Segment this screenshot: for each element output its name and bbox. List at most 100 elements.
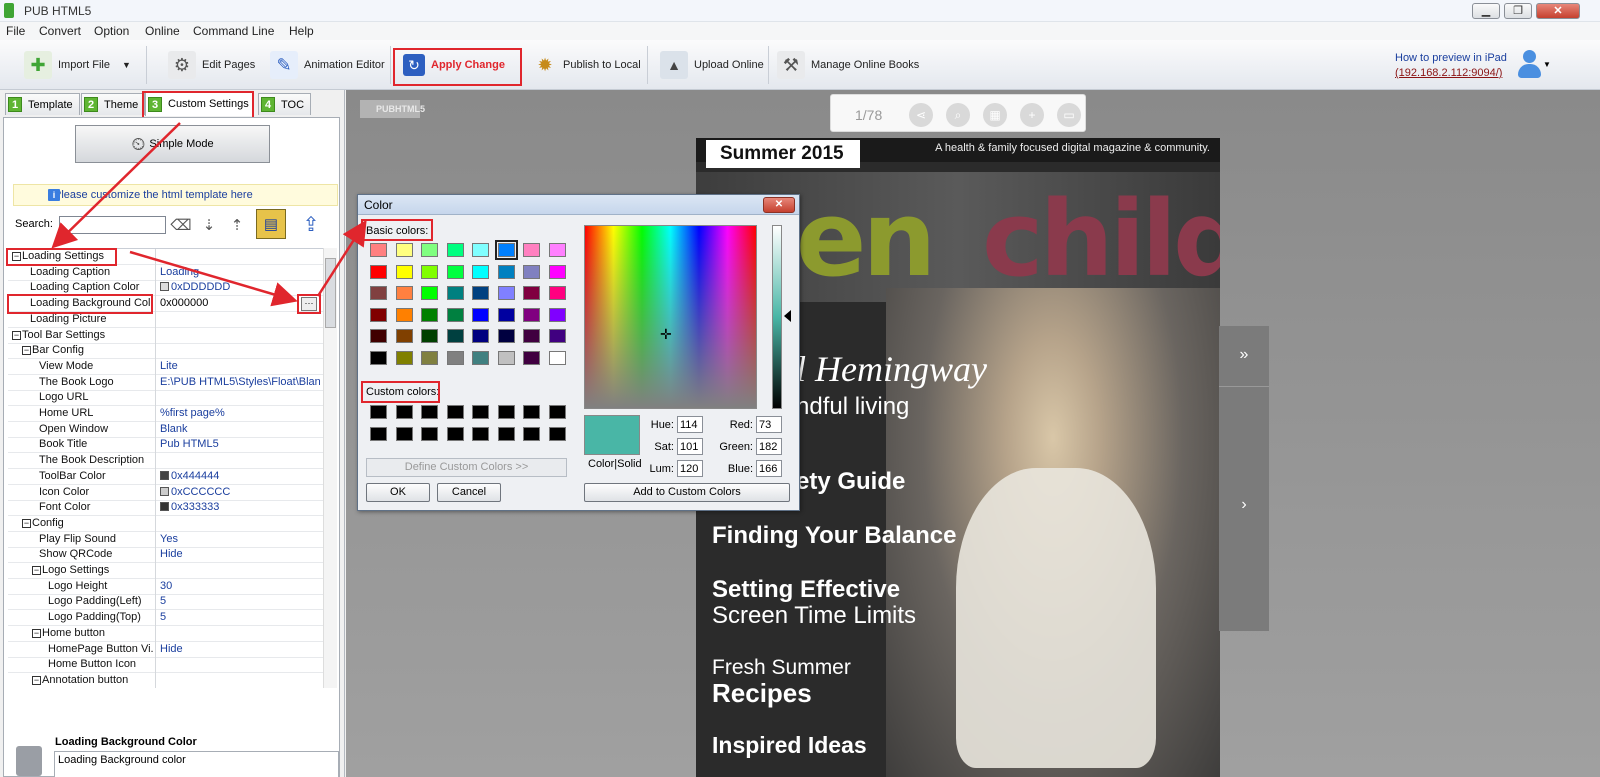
setting-row[interactable]: Font Color 0x333333 xyxy=(8,500,323,517)
custom-color-cell[interactable] xyxy=(548,427,566,441)
sort-down-icon[interactable]: ⇣ xyxy=(196,212,222,238)
basic-color-cell[interactable] xyxy=(446,264,464,279)
basic-color-cell[interactable] xyxy=(421,264,438,279)
setting-row[interactable]: − Config xyxy=(8,515,323,532)
luminance-arrow-icon[interactable] xyxy=(784,310,791,322)
setting-value[interactable]: 0x333333 xyxy=(160,501,320,513)
basic-color-cell[interactable] xyxy=(523,307,540,322)
setting-row[interactable]: View Mode Lite xyxy=(8,358,323,375)
basic-color-cell[interactable] xyxy=(421,243,438,257)
basic-color-cell[interactable] xyxy=(446,286,464,300)
basic-color-cell[interactable] xyxy=(548,307,566,322)
basic-color-cell[interactable] xyxy=(395,350,413,365)
basic-color-cell[interactable] xyxy=(370,329,387,343)
thumbnails-icon[interactable]: ▦ xyxy=(983,103,1007,127)
basic-color-cell[interactable] xyxy=(446,243,464,257)
setting-row[interactable]: HomePage Button Vi... Hide xyxy=(8,641,323,658)
basic-color-cell[interactable] xyxy=(523,350,540,365)
basic-color-cell[interactable] xyxy=(370,350,387,365)
basic-color-cell[interactable] xyxy=(472,243,489,257)
basic-color-cell[interactable] xyxy=(472,350,489,365)
custom-color-cell[interactable] xyxy=(548,405,566,419)
setting-value[interactable]: Yes xyxy=(160,533,320,545)
setting-value[interactable]: 0x444444 xyxy=(160,470,320,482)
setting-row[interactable]: Open Window Blank xyxy=(8,421,323,438)
red-field[interactable] xyxy=(756,416,782,433)
blue-field[interactable] xyxy=(756,460,782,477)
custom-color-cell[interactable] xyxy=(446,427,464,441)
setting-value[interactable]: Pub HTML5 xyxy=(160,438,320,450)
basic-color-cell[interactable] xyxy=(472,286,489,300)
custom-color-cell[interactable] xyxy=(421,427,438,441)
color-spectrum[interactable]: ✛ xyxy=(584,225,757,409)
search-icon[interactable]: ⌕ xyxy=(946,103,970,127)
basic-color-cell[interactable] xyxy=(421,307,438,322)
basic-color-cell[interactable] xyxy=(472,329,489,343)
preview-link-address[interactable]: (192.168.2.112:9094/) xyxy=(1395,66,1536,81)
close-button[interactable]: ✕ xyxy=(1536,3,1580,19)
basic-color-cell[interactable] xyxy=(446,307,464,322)
menu-online[interactable]: Online xyxy=(145,24,180,38)
setting-value[interactable]: Lite xyxy=(160,360,320,372)
basic-color-cell[interactable] xyxy=(548,243,566,257)
menu-help[interactable]: Help xyxy=(289,24,314,38)
collapse-icon[interactable]: − xyxy=(32,566,41,575)
basic-color-cell[interactable] xyxy=(548,286,566,300)
basic-color-cell[interactable] xyxy=(497,286,515,300)
simple-mode-button[interactable]: ⏲ Simple Mode xyxy=(75,125,270,163)
basic-color-cell[interactable] xyxy=(446,329,464,343)
custom-color-cell[interactable] xyxy=(446,405,464,419)
setting-value[interactable]: E:\PUB HTML5\Styles\Float\Blan... xyxy=(160,376,320,388)
setting-row[interactable]: − Annotation button xyxy=(8,672,323,688)
setting-row[interactable]: Logo Padding(Top) 5 xyxy=(8,610,323,627)
zoom-in-icon[interactable]: + xyxy=(1020,103,1044,127)
collapse-icon[interactable]: − xyxy=(32,628,41,638)
setting-row[interactable]: Icon Color 0xCCCCCC xyxy=(8,484,323,501)
setting-value[interactable]: Hide xyxy=(160,643,320,655)
preview-link-text[interactable]: How to preview in iPad xyxy=(1395,51,1536,66)
tab-theme[interactable]: 2 Theme xyxy=(81,93,146,115)
basic-color-cell[interactable] xyxy=(548,264,566,279)
setting-row[interactable]: Logo Height 30 xyxy=(8,578,323,595)
basic-color-cell[interactable] xyxy=(472,307,489,322)
setting-value[interactable]: 30 xyxy=(160,580,320,592)
manage-books-button[interactable]: ⚒ Manage Online Books xyxy=(777,46,919,84)
custom-color-cell[interactable] xyxy=(472,405,489,419)
collapse-icon[interactable]: − xyxy=(32,675,41,685)
basic-color-cell[interactable] xyxy=(446,350,464,365)
custom-color-cell[interactable] xyxy=(497,427,515,441)
custom-color-cell[interactable] xyxy=(523,427,540,441)
setting-value[interactable]: Blank xyxy=(160,423,320,435)
chevron-down-icon[interactable]: ▼ xyxy=(122,60,131,70)
collapse-icon[interactable]: − xyxy=(12,330,21,340)
basic-color-cell[interactable] xyxy=(421,350,438,365)
cancel-button[interactable]: Cancel xyxy=(437,483,501,502)
basic-color-cell[interactable] xyxy=(523,264,540,279)
setting-value[interactable]: Hide xyxy=(160,548,320,560)
setting-row[interactable]: The Book Logo E:\PUB HTML5\Styles\Float\B… xyxy=(8,374,323,391)
minimize-button[interactable]: ▁ xyxy=(1472,3,1500,19)
basic-color-cell[interactable] xyxy=(395,264,413,279)
clear-search-icon[interactable]: ⌫ xyxy=(168,212,194,238)
setting-row[interactable]: Loading Picture xyxy=(8,311,323,328)
add-to-custom-colors-button[interactable]: Add to Custom Colors xyxy=(584,483,790,502)
basic-color-cell[interactable] xyxy=(494,240,518,260)
basic-color-cell[interactable] xyxy=(421,329,438,343)
lum-field[interactable] xyxy=(677,460,703,477)
basic-color-cell[interactable] xyxy=(548,329,566,343)
setting-value[interactable]: Loading xyxy=(160,266,320,278)
basic-color-cell[interactable] xyxy=(395,243,413,257)
dialog-close-button[interactable]: ✕ xyxy=(763,197,795,213)
menu-convert[interactable]: Convert xyxy=(39,24,81,38)
save-icon[interactable]: ▤ xyxy=(256,209,286,239)
setting-row[interactable]: Play Flip Sound Yes xyxy=(8,531,323,548)
custom-color-cell[interactable] xyxy=(370,405,387,419)
basic-color-cell[interactable] xyxy=(370,307,387,322)
basic-color-cell[interactable] xyxy=(523,243,540,257)
export-icon[interactable]: ⇪ xyxy=(296,209,326,239)
user-avatar-icon[interactable] xyxy=(1516,50,1542,80)
ok-button[interactable]: OK xyxy=(366,483,430,502)
scroll-thumb[interactable] xyxy=(325,258,336,328)
setting-value[interactable]: 5 xyxy=(160,595,320,607)
maximize-button[interactable]: ❐ xyxy=(1504,3,1532,19)
